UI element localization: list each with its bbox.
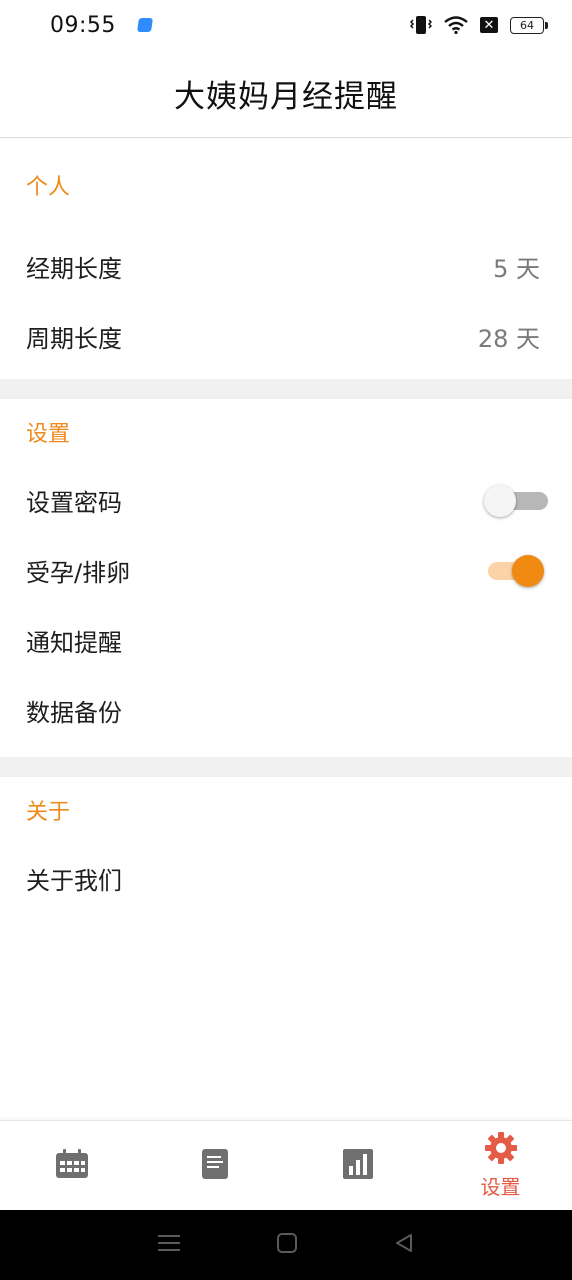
password-toggle[interactable] (484, 484, 548, 517)
period-length-label: 经期长度 (26, 254, 122, 283)
nav-settings[interactable]: 设置 (429, 1121, 572, 1210)
section-header-personal: 个人 (26, 175, 71, 200)
wifi-icon (444, 16, 468, 34)
status-time: 09:55 (50, 12, 116, 38)
back-icon[interactable] (394, 1233, 414, 1257)
pregnancy-row[interactable]: 受孕/排卵 (0, 535, 572, 605)
cycle-length-value: 28 天 (477, 324, 540, 353)
home-icon[interactable] (276, 1233, 297, 1257)
nav-settings-label: 设置 (480, 1175, 521, 1199)
set-password-label: 设置密码 (26, 488, 122, 517)
calendar-icon (55, 1148, 89, 1183)
period-length-value: 5 天 (493, 254, 540, 283)
app-notification-icon (136, 18, 153, 32)
menu-icon[interactable] (158, 1233, 181, 1257)
about-us-row[interactable]: 关于我们 (0, 843, 572, 913)
section-divider (0, 379, 572, 399)
section-settings: 设置 设置密码 受孕/排卵 通知提醒 数据备份 (0, 399, 572, 757)
chart-icon (342, 1148, 373, 1183)
bottom-nav: 设置 (0, 1120, 572, 1210)
system-nav-bar (0, 1210, 572, 1280)
pregnancy-label: 受孕/排卵 (26, 558, 131, 587)
status-bar: 09:55 ✕ 64 (0, 0, 572, 50)
about-us-label: 关于我们 (26, 866, 122, 895)
close-box-icon: ✕ (480, 17, 498, 33)
set-password-row[interactable]: 设置密码 (0, 465, 572, 535)
nav-calendar[interactable] (0, 1121, 143, 1210)
nav-notes[interactable] (143, 1121, 286, 1210)
section-about: 关于 关于我们 (0, 777, 572, 913)
cycle-length-row[interactable]: 周期长度 28 天 (0, 301, 572, 371)
notification-row[interactable]: 通知提醒 (0, 605, 572, 675)
section-divider (0, 757, 572, 777)
gear-icon (484, 1131, 518, 1169)
notification-label: 通知提醒 (26, 628, 122, 657)
battery-icon: 64 (510, 16, 548, 34)
page-title: 大姨妈月经提醒 (174, 79, 398, 115)
backup-row[interactable]: 数据备份 (0, 675, 572, 745)
app-bar: 大姨妈月经提醒 (0, 50, 572, 138)
section-header-settings: 设置 (26, 422, 71, 447)
settings-list: 个人 经期长度 5 天 周期长度 28 天 设置 设置密码 受孕/排卵 通知提醒 (0, 139, 572, 913)
pregnancy-toggle[interactable] (488, 554, 544, 587)
vibrate-icon (410, 15, 432, 35)
nav-statistics[interactable] (286, 1121, 429, 1210)
backup-label: 数据备份 (26, 698, 122, 727)
section-header-about: 关于 (26, 800, 71, 825)
period-length-row[interactable]: 经期长度 5 天 (0, 231, 572, 301)
section-personal: 个人 经期长度 5 天 周期长度 28 天 (0, 139, 572, 379)
status-icons: ✕ 64 (410, 15, 548, 35)
notes-icon (201, 1148, 229, 1184)
cycle-length-label: 周期长度 (26, 324, 122, 353)
